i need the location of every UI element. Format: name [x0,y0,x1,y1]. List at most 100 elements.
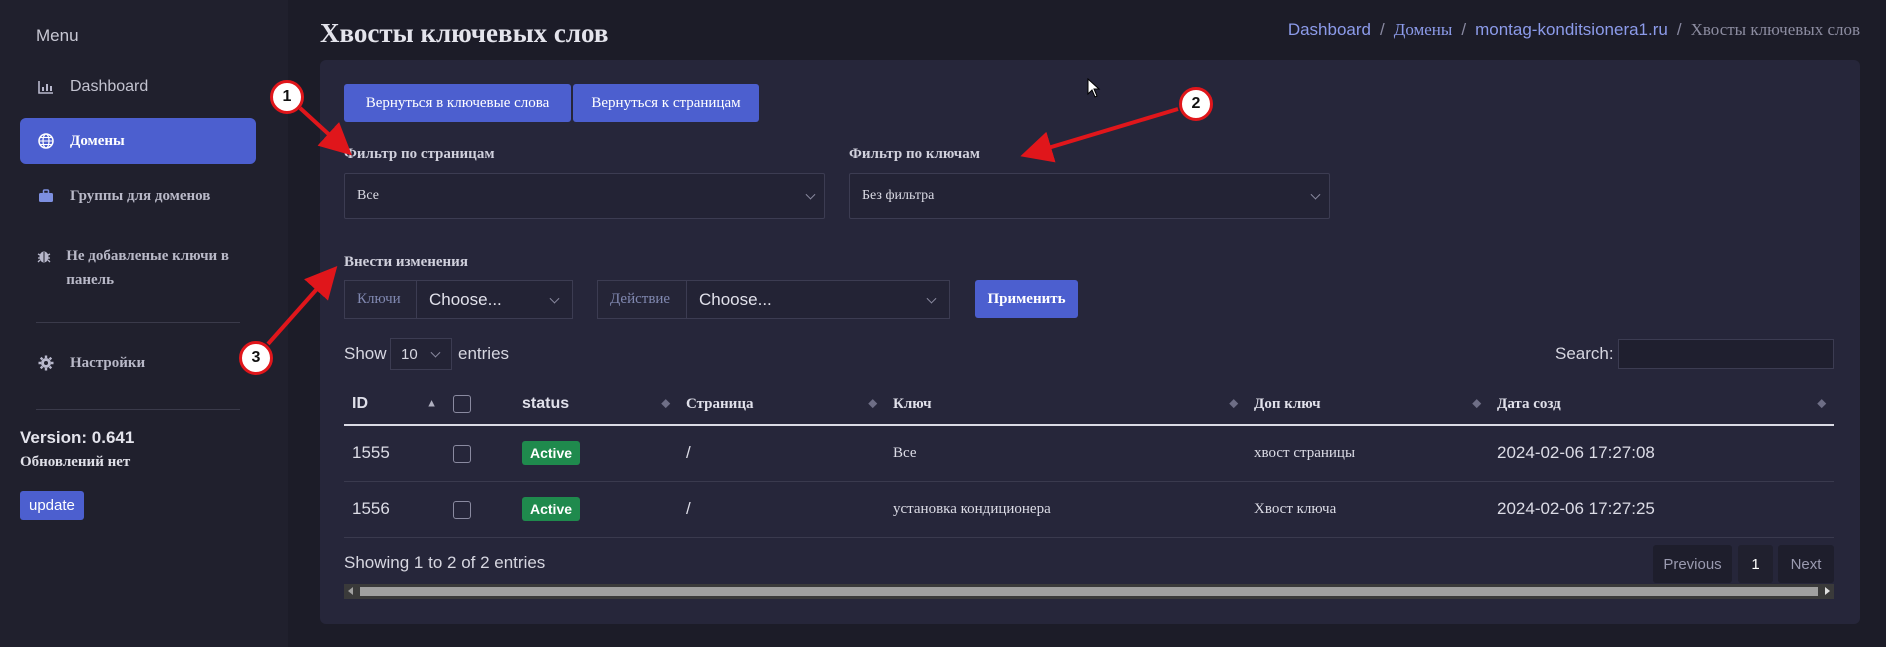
keys-prefix-label: Ключи [344,280,417,319]
scroll-right-arrow-icon[interactable] [1825,587,1830,595]
sort-icon: ◆ [1817,397,1826,410]
cell-extra-key: Хвост ключа [1246,481,1489,538]
action-prefix-label: Действие [597,280,687,319]
column-header-label: status [522,395,570,412]
pagination-next[interactable]: Next [1778,545,1834,583]
cell-key: Все [885,425,1246,482]
cell-select [445,481,514,538]
column-header-key[interactable]: Ключ ◆ [885,384,1246,426]
pagination-page-1[interactable]: 1 [1738,545,1773,583]
action-choose-select[interactable]: Choose... [686,280,950,319]
keys-choose-select[interactable]: Choose... [416,280,573,319]
cell-date: 2024-02-06 17:27:25 [1489,481,1834,538]
breadcrumb-domains-link[interactable]: Домены [1394,20,1453,40]
annotation-marker-1: 1 [270,80,304,114]
cell-status: Active [514,481,678,538]
entries-length-select[interactable]: 10 [390,338,452,370]
table-info: Showing 1 to 2 of 2 entries [344,553,546,572]
pages-filter-select[interactable]: Все [344,173,825,219]
sidebar-divider [36,409,240,410]
status-badge: Active [522,497,581,521]
breadcrumb-domain-link[interactable]: montag-konditsionera1.ru [1475,20,1668,40]
globe-icon [36,131,56,151]
column-header-date[interactable]: Дата созд ◆ [1489,384,1834,426]
breadcrumb-current: Хвосты ключевых слов [1690,20,1860,39]
bug-icon [36,246,52,266]
sidebar-item-dashboard[interactable]: Dashboard [20,64,256,110]
status-badge: Active [522,441,581,466]
entries-label: entries [458,344,510,363]
chart-bar-icon [36,77,56,97]
breadcrumb-separator: / [1380,20,1385,39]
sidebar-item-label: Домены [70,133,125,149]
chevron-down-icon [1310,189,1321,200]
cell-page: / [678,425,885,482]
cell-extra-key: хвост страницы [1246,425,1489,482]
sort-icon: ◆ [661,397,670,410]
sidebar-item-label: Dashboard [70,78,149,95]
scroll-left-arrow-icon[interactable] [348,587,353,595]
pages-filter-value: Все [357,188,379,203]
column-header-page[interactable]: Страница ◆ [678,384,885,426]
column-header-label: Дата созд [1497,395,1561,412]
back-to-pages-button[interactable]: Вернуться к страницам [573,84,759,122]
sidebar-item-label: Не добавленые ключи в панель [66,248,230,288]
sort-asc-icon: ▲ [426,397,437,410]
column-header-extra-key[interactable]: Доп ключ ◆ [1246,384,1489,426]
keys-filter-label: Фильтр по ключам [849,146,980,162]
version-text: Version: 0.641 [20,428,135,447]
column-header-label: Ключ [893,395,932,412]
entries-length-value: 10 [401,345,418,363]
search-label: Search: [1555,344,1614,363]
cell-date: 2024-02-06 17:27:08 [1489,425,1834,482]
sidebar-item-label: Группы для доменов [70,188,211,204]
keys-filter-select[interactable]: Без фильтра [849,173,1330,219]
chevron-down-icon [926,293,937,304]
annotation-marker-3: 3 [239,341,273,375]
column-header-status[interactable]: status ◆ [514,384,678,426]
column-header-select[interactable] [445,384,514,426]
annotation-marker-2: 2 [1179,87,1213,121]
breadcrumb-separator: / [1676,20,1682,39]
breadcrumb-dashboard-link[interactable]: Dashboard [1288,20,1371,40]
horizontal-scrollbar[interactable] [344,584,1834,599]
tails-table: ID ▲ status ◆ Страница ◆ Ключ ◆ Доп ключ ◆ Да… [344,384,1834,538]
sidebar-divider [36,322,240,323]
cell-select [445,425,514,482]
update-button[interactable]: update [20,491,84,520]
sidebar: Menu Dashboard Домены Группы для доменов… [0,0,288,647]
cell-key: установка кондиционера [885,481,1246,538]
menu-title: Menu [36,26,79,45]
chevron-down-icon [805,189,816,200]
column-header-id[interactable]: ID ▲ [344,384,445,426]
search-input[interactable] [1618,339,1834,369]
table-row: 1556 Active / установка кондиционера Хво… [344,481,1834,538]
row-checkbox[interactable] [453,500,471,519]
sort-icon: ◆ [1229,397,1238,410]
sidebar-item-domain-groups[interactable]: Группы для доменов [20,173,256,219]
apply-button[interactable]: Применить [975,280,1078,318]
scrollbar-thumb[interactable] [360,587,1818,596]
sidebar-item-domains[interactable]: Домены [20,118,256,164]
cell-id: 1556 [344,481,445,538]
briefcase-icon [36,186,56,206]
column-header-label: Страница [686,395,754,412]
pages-filter-label: Фильтр по страницам [344,146,495,162]
sidebar-item-unadded-keys[interactable]: Не добавленые ключи в панель [20,236,240,296]
pagination-previous[interactable]: Previous [1653,545,1732,583]
breadcrumb: Dashboard / Домены / montag-konditsioner… [1288,20,1860,40]
mouse-cursor-icon [1087,78,1101,98]
select-all-checkbox[interactable] [453,394,471,413]
page-title: Хвосты ключевых слов [320,18,609,48]
cell-page: / [678,481,885,538]
keys-filter-value: Без фильтра [862,188,935,203]
table-header-row: ID ▲ status ◆ Страница ◆ Ключ ◆ Доп ключ ◆ Да… [344,384,1834,426]
back-to-keywords-button[interactable]: Вернуться в ключевые слова [344,84,571,122]
sort-icon: ◆ [1472,397,1481,410]
chevron-down-icon [549,293,560,304]
sidebar-item-settings[interactable]: Настройки [20,340,256,386]
show-label: Show [344,344,387,363]
cell-id: 1555 [344,425,445,482]
sort-icon: ◆ [868,397,877,410]
row-checkbox[interactable] [453,444,471,463]
